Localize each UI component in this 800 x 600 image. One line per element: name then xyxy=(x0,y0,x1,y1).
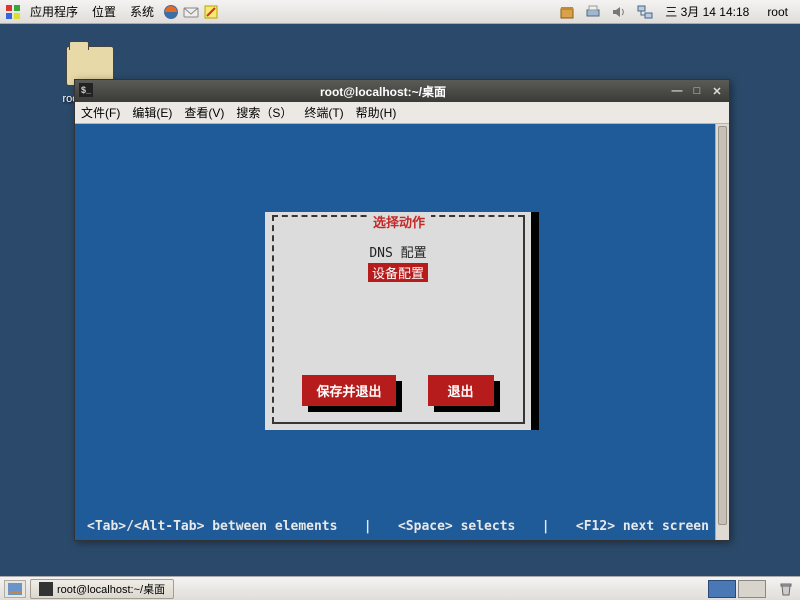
menu-terminal[interactable]: 终端(T) xyxy=(304,104,343,121)
svg-text:$_: $_ xyxy=(81,85,92,95)
menu-applications[interactable]: 应用程序 xyxy=(24,3,84,20)
menu-places[interactable]: 位置 xyxy=(86,3,122,20)
menu-view[interactable]: 查看(V) xyxy=(184,104,224,121)
window-titlebar[interactable]: $_ root@localhost:~/桌面 — □ ✕ xyxy=(75,80,729,102)
trash-icon[interactable] xyxy=(776,580,796,598)
task-terminal-icon xyxy=(39,582,53,596)
hint-space: <Space> selects xyxy=(398,519,515,534)
menu-help[interactable]: 帮助(H) xyxy=(356,104,397,121)
volume-icon[interactable] xyxy=(609,3,629,21)
scrollbar[interactable] xyxy=(715,124,729,540)
show-desktop-button[interactable] xyxy=(4,580,26,598)
quit-button[interactable]: 退出 xyxy=(428,375,494,406)
hint-f12: <F12> next screen xyxy=(576,519,709,534)
tui-dialog: 选择动作 DNS 配置 设备配置 保存并退出 退出 xyxy=(265,212,531,430)
close-button[interactable]: ✕ xyxy=(709,84,725,98)
menu-edit[interactable]: 编辑(E) xyxy=(132,104,172,121)
scrollbar-thumb[interactable] xyxy=(718,126,727,525)
desktop: root 的主文件夹 $_ root@localhost:~/桌面 — □ ✕ … xyxy=(0,24,800,576)
minimize-button[interactable]: — xyxy=(669,84,685,98)
system-tray xyxy=(557,3,655,21)
terminal-content[interactable]: 选择动作 DNS 配置 设备配置 保存并退出 退出 xyxy=(75,124,729,540)
hint-sep1: | xyxy=(364,519,372,534)
tui-footer-hint: <Tab>/<Alt-Tab> between elements | <Spac… xyxy=(87,519,709,534)
mail-icon[interactable] xyxy=(182,3,200,21)
firefox-icon[interactable] xyxy=(162,3,180,21)
task-label: root@localhost:~/桌面 xyxy=(57,581,165,597)
notes-icon[interactable] xyxy=(202,3,220,21)
option-device-selected[interactable]: 设备配置 xyxy=(368,263,428,282)
save-and-quit-button[interactable]: 保存并退出 xyxy=(302,375,395,406)
top-panel: 应用程序 位置 系统 三 3月 14 14:18 root xyxy=(0,0,800,24)
workspace-switcher xyxy=(708,580,766,598)
hint-tab: <Tab>/<Alt-Tab> between elements xyxy=(87,519,337,534)
dialog-buttons: 保存并退出 退出 xyxy=(265,375,531,406)
terminal-icon: $_ xyxy=(79,83,95,100)
menu-file[interactable]: 文件(F) xyxy=(81,104,120,121)
terminal-menubar: 文件(F) 编辑(E) 查看(V) 搜索（S） 终端(T) 帮助(H) xyxy=(75,102,729,124)
menu-search[interactable]: 搜索（S） xyxy=(236,104,292,121)
terminal-window: $_ root@localhost:~/桌面 — □ ✕ 文件(F) 编辑(E)… xyxy=(74,79,730,541)
network-icon[interactable] xyxy=(635,3,655,21)
bottom-panel: root@localhost:~/桌面 xyxy=(0,576,800,600)
option-dns[interactable]: DNS 配置 xyxy=(265,242,531,261)
window-title: root@localhost:~/桌面 xyxy=(101,83,665,100)
dialog-title: 选择动作 xyxy=(367,212,431,231)
maximize-button[interactable]: □ xyxy=(689,84,705,98)
dialog-options: DNS 配置 设备配置 xyxy=(265,242,531,282)
workspace-1[interactable] xyxy=(708,580,736,598)
clock[interactable]: 三 3月 14 14:18 xyxy=(657,3,757,20)
menu-system[interactable]: 系统 xyxy=(124,3,160,20)
system-menu-icon[interactable] xyxy=(4,3,22,21)
user-menu[interactable]: root xyxy=(759,5,796,19)
printer-icon[interactable] xyxy=(583,3,603,21)
taskbar-terminal-button[interactable]: root@localhost:~/桌面 xyxy=(30,579,174,599)
workspace-2[interactable] xyxy=(738,580,766,598)
hint-sep2: | xyxy=(542,519,550,534)
package-update-icon[interactable] xyxy=(557,3,577,21)
